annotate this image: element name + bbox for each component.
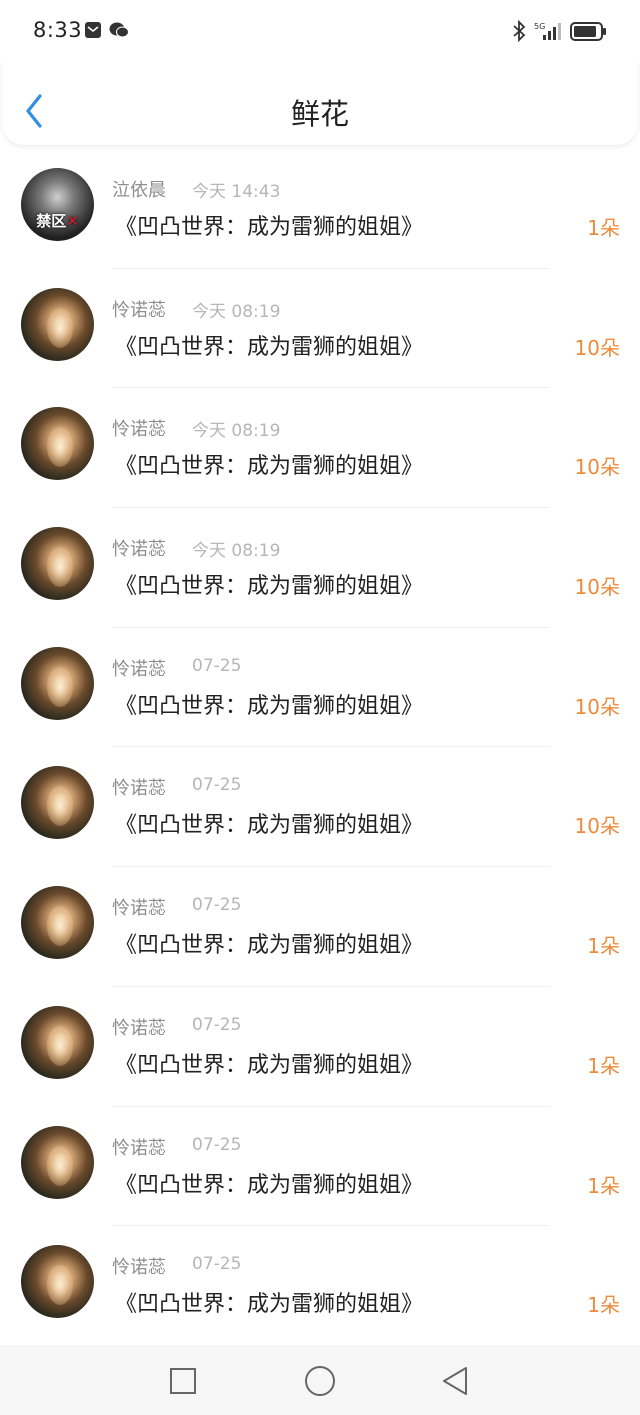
- book-title[interactable]: 《凹凸世界：成为雷狮的姐姐》: [115, 209, 423, 241]
- list-item[interactable]: 怜诺蕊 07-25 《凹凸世界：成为雷狮的姐姐》 1朵: [0, 1226, 640, 1346]
- back-triangle-icon[interactable]: [440, 1365, 470, 1397]
- list-item[interactable]: 怜诺蕊 今天 08:19 《凹凸世界：成为雷狮的姐姐》 10朵: [0, 269, 640, 389]
- list-item[interactable]: 怜诺蕊 07-25 《凹凸世界：成为雷狮的姐姐》 1朵: [0, 987, 640, 1107]
- book-title[interactable]: 《凹凸世界：成为雷狮的姐姐》: [115, 1047, 423, 1079]
- timestamp: 07-25: [192, 1254, 242, 1275]
- avatar[interactable]: [21, 1125, 94, 1199]
- flower-count: 10朵: [574, 335, 620, 360]
- avatar[interactable]: [21, 1245, 94, 1319]
- list-item[interactable]: 禁区✕ 泣依晨 今天 14:43 《凹凸世界：成为雷狮的姐姐》 1朵: [0, 149, 640, 269]
- list-item[interactable]: 怜诺蕊 今天 08:19 《凹凸世界：成为雷狮的姐姐》 10朵: [0, 388, 640, 509]
- timestamp: 今天 08:19: [192, 541, 281, 562]
- flower-count: 10朵: [574, 814, 620, 839]
- user-name[interactable]: 怜诺蕊: [112, 1134, 166, 1160]
- avatar[interactable]: 禁区✕: [21, 168, 94, 241]
- system-nav-bar: [0, 1345, 640, 1415]
- timestamp: 07-25: [192, 1014, 242, 1035]
- signal-5g-icon: 5G: [534, 22, 561, 40]
- flower-count: 10朵: [574, 455, 620, 480]
- flower-list: 禁区✕ 泣依晨 今天 14:43 《凹凸世界：成为雷狮的姐姐》 1朵 怜诺蕊 今…: [0, 149, 640, 1346]
- timestamp: 今天 08:19: [192, 301, 281, 322]
- bluetooth-icon: [513, 20, 526, 42]
- timestamp: 07-25: [192, 655, 242, 676]
- book-title[interactable]: 《凹凸世界：成为雷狮的姐姐》: [115, 329, 423, 361]
- user-name[interactable]: 怜诺蕊: [112, 296, 166, 322]
- timestamp: 07-25: [192, 895, 242, 916]
- book-title[interactable]: 《凹凸世界：成为雷狮的姐姐》: [115, 1286, 423, 1318]
- avatar[interactable]: [21, 527, 94, 601]
- book-title[interactable]: 《凹凸世界：成为雷狮的姐姐》: [115, 927, 423, 959]
- status-time: 8:33: [33, 18, 83, 42]
- flower-count: 1朵: [587, 1293, 620, 1318]
- user-name[interactable]: 怜诺蕊: [112, 415, 166, 441]
- home-circle-icon[interactable]: [304, 1365, 336, 1397]
- avatar[interactable]: [21, 886, 94, 960]
- flower-count: 1朵: [587, 934, 620, 959]
- timestamp: 07-25: [192, 775, 242, 796]
- book-title[interactable]: 《凹凸世界：成为雷狮的姐姐》: [115, 807, 423, 839]
- timestamp: 今天 08:19: [192, 421, 281, 442]
- list-item[interactable]: 怜诺蕊 07-25 《凹凸世界：成为雷狮的姐姐》 10朵: [0, 628, 640, 748]
- book-title[interactable]: 《凹凸世界：成为雷狮的姐姐》: [115, 1167, 423, 1199]
- user-name[interactable]: 怜诺蕊: [112, 1253, 166, 1279]
- user-name[interactable]: 泣依晨: [112, 176, 166, 202]
- user-name[interactable]: 怜诺蕊: [112, 894, 166, 920]
- list-item[interactable]: 怜诺蕊 07-25 《凹凸世界：成为雷狮的姐姐》 10朵: [0, 747, 640, 868]
- mail-icon: [85, 22, 101, 38]
- recent-apps-square-icon[interactable]: [169, 1367, 197, 1395]
- book-title[interactable]: 《凹凸世界：成为雷狮的姐姐》: [115, 448, 423, 480]
- flower-count: 1朵: [587, 216, 620, 240]
- list-item[interactable]: 怜诺蕊 07-25 《凹凸世界：成为雷狮的姐姐》 1朵: [0, 1107, 640, 1227]
- user-name[interactable]: 怜诺蕊: [112, 774, 166, 800]
- page-title: 鲜花: [290, 97, 349, 131]
- avatar[interactable]: [21, 1005, 94, 1079]
- avatar[interactable]: [21, 646, 94, 720]
- flower-count: 10朵: [574, 575, 620, 600]
- user-name[interactable]: 怜诺蕊: [112, 655, 166, 681]
- status-bar: 8:33 5G: [0, 0, 640, 62]
- avatar[interactable]: [21, 766, 94, 840]
- book-title[interactable]: 《凹凸世界：成为雷狮的姐姐》: [115, 688, 423, 720]
- wechat-icon: [109, 22, 129, 38]
- list-item[interactable]: 怜诺蕊 今天 08:19 《凹凸世界：成为雷狮的姐姐》 10朵: [0, 508, 640, 628]
- flower-count: 1朵: [587, 1053, 620, 1078]
- user-name[interactable]: 怜诺蕊: [112, 535, 166, 561]
- flower-count: 10朵: [574, 694, 620, 719]
- flower-count: 1朵: [587, 1173, 620, 1198]
- timestamp: 今天 14:43: [192, 182, 281, 202]
- book-title[interactable]: 《凹凸世界：成为雷狮的姐姐》: [115, 568, 423, 600]
- svg-text:5G: 5G: [534, 22, 545, 31]
- timestamp: 07-25: [192, 1134, 242, 1155]
- avatar[interactable]: [21, 407, 94, 481]
- battery-icon: [570, 22, 606, 41]
- avatar[interactable]: [21, 287, 94, 361]
- list-item[interactable]: 怜诺蕊 07-25 《凹凸世界：成为雷狮的姐姐》 1朵: [0, 867, 640, 987]
- user-name[interactable]: 怜诺蕊: [112, 1014, 166, 1040]
- avatar-tag: 禁区✕: [36, 212, 79, 230]
